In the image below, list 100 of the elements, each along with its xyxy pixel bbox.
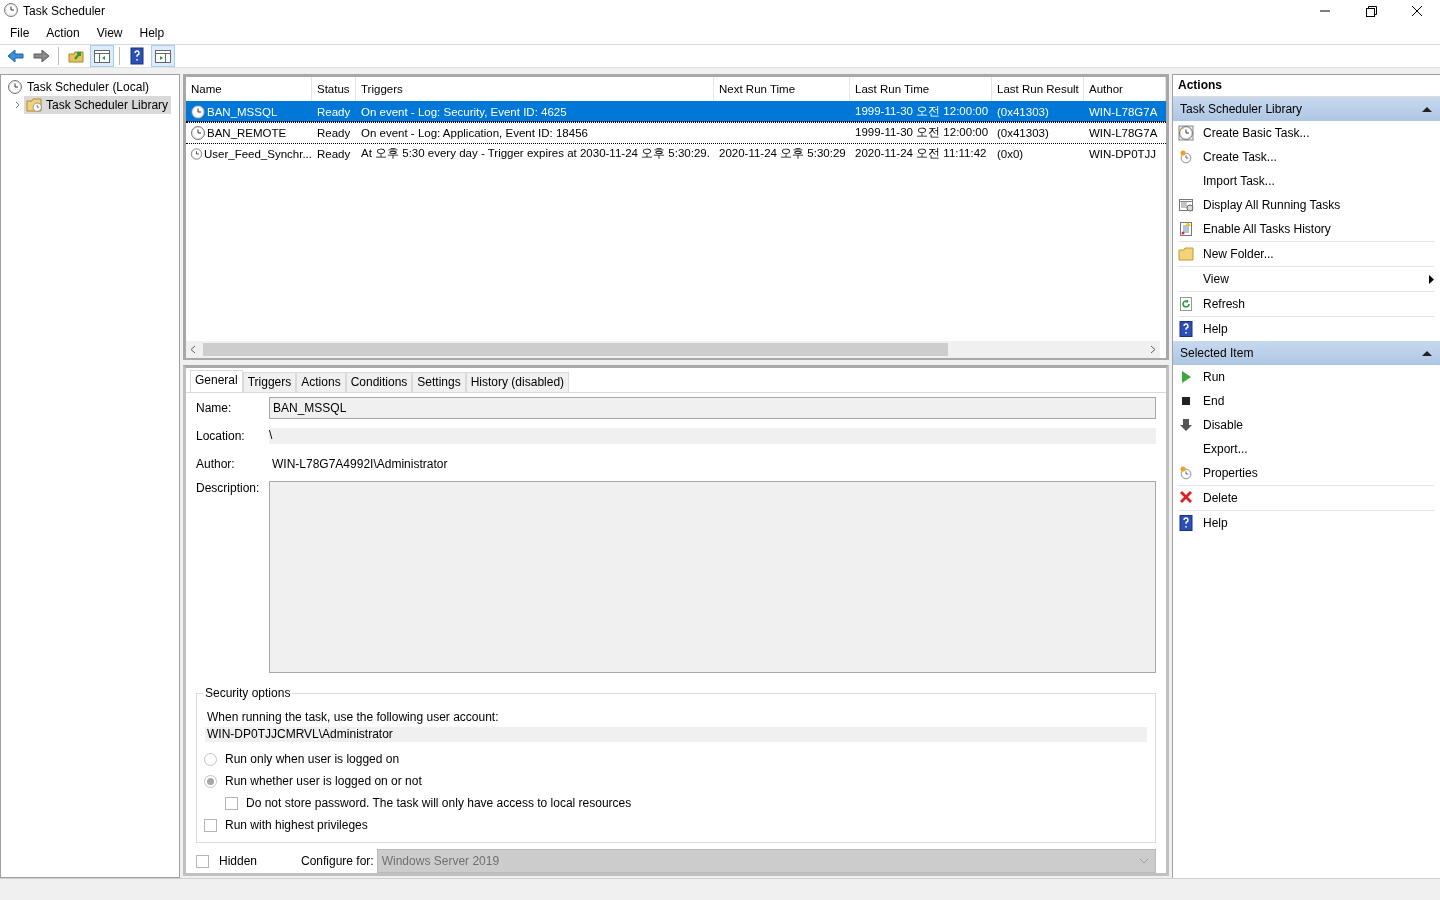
tab[interactable]: Actions bbox=[296, 372, 346, 392]
command-link[interactable]: Refresh bbox=[1178, 292, 1434, 317]
list-icon bbox=[1178, 197, 1194, 213]
window-title: Task Scheduler bbox=[23, 4, 106, 18]
author-value: WIN-L78G7A4992I\Administrator bbox=[271, 457, 448, 471]
table-cell: 2020-11-24 오후 5:30:29 bbox=[719, 146, 846, 161]
field-label: Configure for: bbox=[301, 854, 374, 868]
option-label: Run whether user is logged on or not bbox=[225, 774, 422, 788]
clock-icon bbox=[1178, 125, 1194, 141]
collapse-icon[interactable] bbox=[1422, 106, 1432, 112]
name-field[interactable]: BAN_MSSQL bbox=[269, 397, 1156, 419]
table-cell: (0x0) bbox=[997, 147, 1024, 160]
command-link[interactable]: Create Basic Task... bbox=[1178, 121, 1434, 145]
menu-item[interactable]: File bbox=[4, 26, 36, 40]
field-label: Name: bbox=[196, 401, 233, 415]
menu-item[interactable]: Action bbox=[40, 26, 86, 40]
notebook-icon bbox=[1178, 221, 1194, 237]
tab[interactable]: Conditions bbox=[345, 372, 413, 392]
command-link[interactable]: New Folder... bbox=[1178, 242, 1434, 267]
clock-icon bbox=[3, 1, 19, 18]
command-link[interactable]: Delete bbox=[1178, 486, 1434, 511]
delete-icon bbox=[1178, 490, 1194, 506]
forward-arrow-icon[interactable] bbox=[32, 47, 50, 65]
radio-button[interactable] bbox=[204, 752, 217, 766]
option-label: Run only when user is logged on bbox=[225, 752, 400, 766]
table-cell: (0x41303) bbox=[997, 126, 1049, 139]
description-field[interactable] bbox=[269, 481, 1156, 673]
folder-icon bbox=[1178, 246, 1194, 262]
table-row[interactable]: BAN_REMOTE Ready On event - Log: Application, Event ID: 18456 1999-11-30 오전 12:00:00 (0x41303) WIN-L78G7A bbox=[186, 122, 1166, 143]
tab[interactable]: Settings bbox=[412, 372, 466, 392]
table-cell: WIN-L78G7A bbox=[1089, 126, 1158, 139]
option-label: Run with highest privileges bbox=[225, 818, 368, 832]
table-cell: 1999-11-30 오전 12:00:00 bbox=[855, 125, 989, 140]
command-link[interactable]: View bbox=[1178, 267, 1434, 292]
table-cell: (0x41303) bbox=[997, 105, 1049, 118]
command-link[interactable]: Create Task... bbox=[1178, 145, 1434, 169]
table-row[interactable]: BAN_MSSQL Ready On event - Log: Security, Event ID: 4625 1999-11-30 오전 12:00:00 (0x41303) WIN-L78G7A bbox=[186, 101, 1166, 122]
location-value: \ bbox=[269, 428, 1156, 444]
table-cell: At 오후 5:30 every day - Trigger expires at 2030-11-24 오후 5:30:29. bbox=[361, 146, 710, 161]
table-cell: BAN_REMOTE bbox=[207, 126, 287, 139]
back-arrow-icon[interactable] bbox=[6, 47, 24, 65]
command-link[interactable]: Properties bbox=[1178, 461, 1434, 486]
clock-icon bbox=[190, 103, 206, 120]
command-link[interactable]: Run bbox=[1178, 365, 1434, 389]
table-cell: On event - Log: Application, Event ID: 18456 bbox=[361, 126, 588, 139]
menu-item[interactable]: Help bbox=[133, 26, 171, 40]
caret-icon bbox=[1139, 858, 1149, 864]
option-label: Do not store password. The task will only have access to local resources bbox=[246, 796, 632, 810]
checkbox[interactable] bbox=[225, 796, 238, 810]
tab[interactable]: History (disabled) bbox=[465, 372, 570, 392]
table-cell: 2020-11-24 오전 11:11:42 bbox=[855, 146, 987, 161]
checkbox[interactable] bbox=[204, 818, 217, 832]
table-cell: User_Feed_Synchr... bbox=[203, 147, 312, 160]
account-label: When running the task, use the following user account: bbox=[207, 710, 500, 724]
table-cell: BAN_MSSQL bbox=[207, 105, 278, 118]
clock-icon bbox=[7, 79, 23, 95]
clock-icon bbox=[190, 124, 206, 141]
group-title: Security options bbox=[203, 686, 293, 700]
pane-icon[interactable] bbox=[93, 47, 111, 65]
command-link[interactable]: Help bbox=[1178, 317, 1434, 341]
clock-icon bbox=[190, 145, 203, 162]
section-header[interactable]: Selected Item bbox=[1173, 341, 1440, 365]
down-arrow-icon bbox=[1178, 417, 1194, 433]
tab[interactable]: General bbox=[190, 370, 243, 392]
command-link[interactable]: Import Task... bbox=[1178, 169, 1434, 193]
command-link[interactable]: Help bbox=[1178, 511, 1434, 535]
user-account-field: WIN-DP0TJJCMRVL\Administrator bbox=[205, 727, 1147, 742]
submenu-arrow-icon bbox=[1429, 274, 1434, 284]
collapse-icon[interactable] bbox=[1422, 350, 1432, 356]
field-label: Location: bbox=[196, 429, 246, 443]
table-cell: WIN-DP0TJJ bbox=[1089, 147, 1157, 160]
section-header[interactable]: Task Scheduler Library bbox=[1173, 97, 1440, 121]
table-cell: Ready bbox=[317, 126, 351, 139]
refresh-icon bbox=[1178, 296, 1194, 312]
tab[interactable]: Triggers bbox=[242, 372, 297, 392]
tree-item[interactable]: Task Scheduler (Local) bbox=[5, 78, 153, 96]
help-icon bbox=[1178, 321, 1194, 337]
radio-button[interactable] bbox=[204, 774, 217, 788]
tree-item[interactable]: Task Scheduler Library bbox=[24, 96, 172, 114]
table-cell: WIN-L78G7A bbox=[1089, 105, 1158, 118]
horizontal-scrollbar[interactable] bbox=[186, 341, 1160, 358]
field-label: Description: bbox=[196, 481, 261, 495]
checkbox[interactable] bbox=[196, 854, 209, 868]
help-icon bbox=[1178, 515, 1194, 531]
option-label: Hidden bbox=[219, 854, 259, 868]
menu-item[interactable]: View bbox=[90, 26, 129, 40]
command-link[interactable]: End bbox=[1178, 389, 1434, 413]
command-link[interactable]: Disable bbox=[1178, 413, 1434, 437]
table-cell: Ready bbox=[317, 147, 351, 160]
pane-icon[interactable] bbox=[154, 47, 172, 65]
table-cell: On event - Log: Security, Event ID: 4625 bbox=[361, 105, 567, 118]
command-link[interactable]: Export... bbox=[1178, 437, 1434, 461]
command-link[interactable]: Display All Running Tasks bbox=[1178, 193, 1434, 217]
table-row[interactable]: User_Feed_Synchr... Ready At 오후 5:30 every day - Trigger expires at 2030-11-24 오후 5:30:29. 2020-11-24 오후 5:30:29 2020-11-24 오전 11:11:42 (0x0) WIN-DP0TJJ bbox=[186, 143, 1166, 164]
table-cell: 1999-11-30 오전 12:00:00 bbox=[855, 104, 989, 119]
folder-clock-icon bbox=[26, 97, 42, 113]
command-link[interactable]: Enable All Tasks History bbox=[1178, 217, 1434, 242]
field-label: Author: bbox=[196, 457, 236, 471]
help-icon[interactable] bbox=[128, 47, 146, 65]
clock-icon bbox=[1178, 149, 1194, 165]
